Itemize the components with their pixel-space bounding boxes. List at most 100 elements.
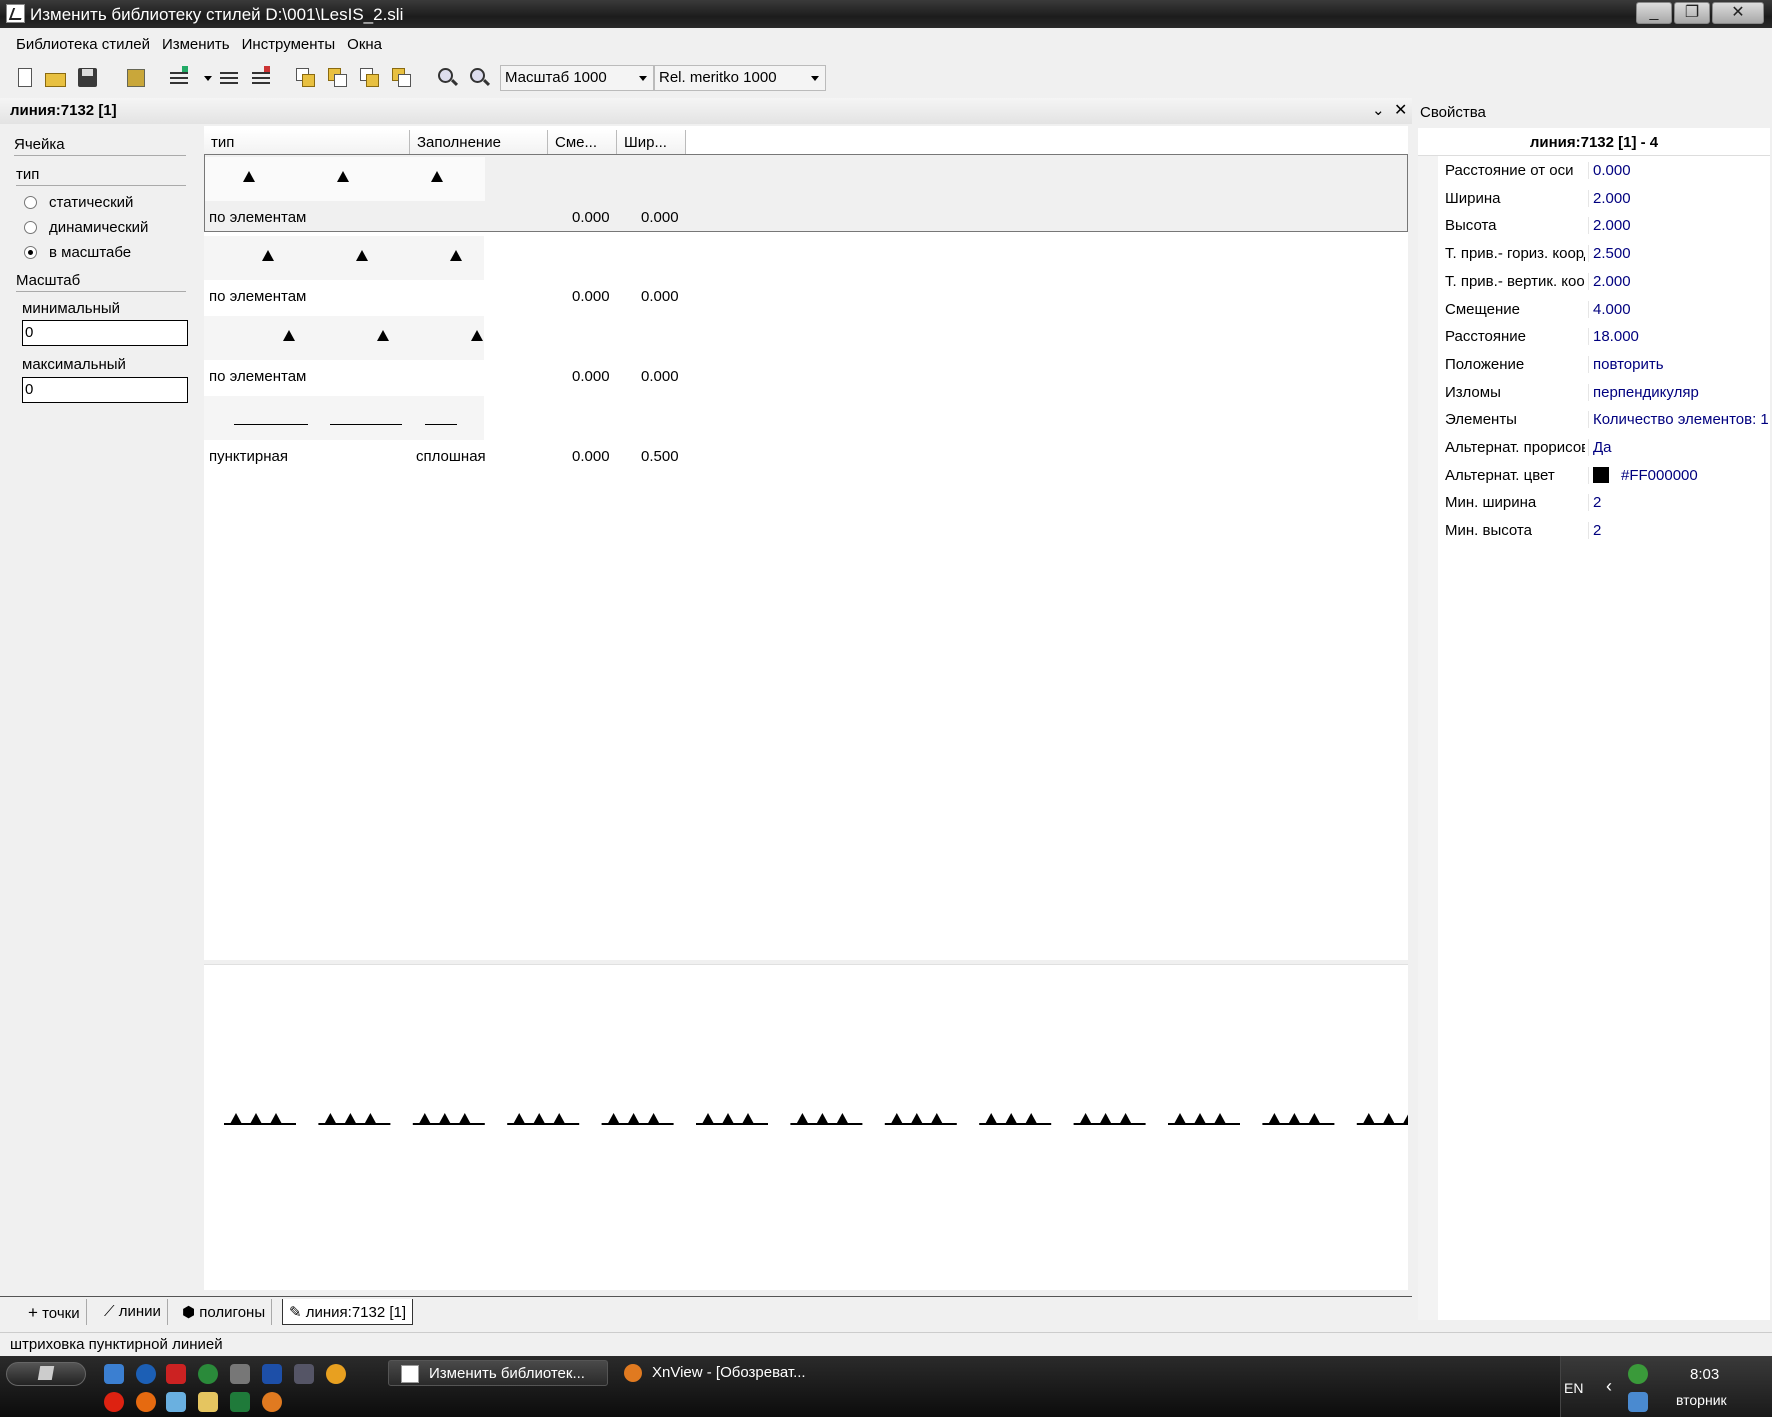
pencil-icon: ✎: [289, 1304, 302, 1321]
grid-header: тип Заполнение Сме... Шир...: [204, 130, 1408, 154]
chrome-icon[interactable]: [326, 1364, 346, 1384]
word-icon[interactable]: [262, 1364, 282, 1384]
tray-expand-icon[interactable]: ‹: [1606, 1376, 1612, 1397]
radio-in-scale[interactable]: в масштабе: [24, 244, 131, 261]
radio-dynamic[interactable]: динамический: [24, 219, 148, 236]
menu-tools[interactable]: Инструменты: [236, 33, 342, 56]
tab-lines[interactable]: ⟋ линии: [98, 1299, 168, 1325]
preview-triangle: [1402, 1113, 1415, 1124]
property-key: Альтернат. прорисовка: [1445, 439, 1585, 456]
tab-polygons[interactable]: ⬢ полигоны: [176, 1299, 273, 1325]
save-icon[interactable]: [76, 66, 100, 90]
property-row[interactable]: Альтернат. прорисовкаДа: [1438, 435, 1770, 463]
close-button[interactable]: ✕: [1712, 2, 1764, 24]
property-value[interactable]: 2.000: [1588, 272, 1768, 290]
open-folder-icon[interactable]: [44, 66, 68, 90]
collapse-icon[interactable]: ⌄: [1372, 101, 1385, 119]
property-row[interactable]: Расстояние от оси 0.000: [1438, 158, 1770, 186]
column-header-fill[interactable]: Заполнение: [410, 130, 548, 154]
bring-front-icon[interactable]: [294, 66, 318, 90]
property-value[interactable]: Количество элементов: 1: [1588, 411, 1768, 429]
network-app-icon[interactable]: [294, 1364, 314, 1384]
clock-time[interactable]: 8:03: [1690, 1366, 1719, 1383]
property-value[interactable]: 2.000: [1588, 217, 1768, 235]
tab-line-7132[interactable]: ✎ линия:7132 [1]: [282, 1299, 414, 1325]
usb-icon[interactable]: [230, 1364, 250, 1384]
minimize-button[interactable]: _: [1636, 2, 1672, 24]
excel-icon[interactable]: [230, 1392, 250, 1412]
grid-row[interactable]: по элементам 0.000 0.000: [204, 314, 1408, 392]
task-style-editor[interactable]: Изменить библиотек...: [388, 1360, 608, 1386]
preview-triangle: [1174, 1113, 1186, 1124]
grid-row[interactable]: по элементам 0.000 0.000: [204, 234, 1408, 312]
property-row[interactable]: Смещение 4.000: [1438, 297, 1770, 325]
tab-points[interactable]: + точки: [22, 1299, 87, 1325]
preview-triangle: [1288, 1113, 1301, 1124]
rel-meritko-select[interactable]: Rel. meritko 1000: [654, 65, 826, 91]
new-file-icon[interactable]: [14, 66, 38, 90]
opera-icon[interactable]: [104, 1392, 124, 1412]
zoom-in-icon[interactable]: [436, 66, 460, 90]
property-value[interactable]: повторить: [1588, 355, 1768, 373]
grid-row[interactable]: по элементам 0.000 0.000: [204, 154, 1408, 232]
xnview-icon[interactable]: [262, 1392, 282, 1412]
start-button[interactable]: [6, 1362, 86, 1386]
close-document-icon[interactable]: ✕: [1394, 100, 1407, 120]
preview-triangle: [418, 1113, 431, 1124]
list-style-icon[interactable]: [218, 66, 242, 90]
tray-app-icon[interactable]: [1628, 1364, 1648, 1384]
property-value[interactable]: 0.000: [1588, 162, 1768, 179]
preview-triangle: [836, 1113, 849, 1124]
column-header-width[interactable]: Шир...: [617, 130, 686, 154]
property-value[interactable]: 4.000: [1588, 300, 1768, 318]
property-row[interactable]: Мин. ширина 2: [1438, 490, 1770, 518]
property-row[interactable]: Расстояние 18.000: [1438, 324, 1770, 352]
library-icon[interactable]: [124, 66, 148, 90]
property-row[interactable]: Т. прив.- вертик. коорд2.000: [1438, 269, 1770, 297]
folder-icon[interactable]: [198, 1392, 218, 1412]
language-indicator[interactable]: EN: [1564, 1380, 1583, 1396]
column-header-type[interactable]: тип: [204, 130, 410, 154]
network-icon[interactable]: [1628, 1392, 1648, 1412]
ie-icon[interactable]: [104, 1364, 124, 1384]
send-back-icon[interactable]: [326, 66, 350, 90]
property-value[interactable]: Да: [1588, 439, 1768, 456]
document-icon[interactable]: [166, 1392, 186, 1412]
max-scale-input[interactable]: 0: [22, 377, 188, 403]
property-value[interactable]: 18.000: [1588, 328, 1768, 346]
property-row[interactable]: Ширина 2.000: [1438, 186, 1770, 214]
maximize-button[interactable]: ❐: [1674, 2, 1710, 24]
globe-icon[interactable]: [198, 1364, 218, 1384]
properties-panel: Свойства линия:7132 [1] - 4 Расстояние о…: [1414, 98, 1772, 1324]
property-value[interactable]: 2: [1588, 522, 1768, 540]
menu-style-library[interactable]: Библиотека стилей: [10, 33, 156, 56]
property-value[interactable]: перпендикуляр: [1588, 383, 1768, 401]
property-value[interactable]: 2.000: [1588, 189, 1768, 207]
property-row[interactable]: Мин. высота 2: [1438, 518, 1770, 546]
task-xnview[interactable]: XnView - [Обозреват...: [612, 1360, 826, 1386]
property-row[interactable]: Изломы перпендикуляр: [1438, 380, 1770, 408]
column-header-offset[interactable]: Сме...: [548, 130, 617, 154]
property-row[interactable]: Высота 2.000: [1438, 213, 1770, 241]
property-row[interactable]: Элементы Количество элементов: 1: [1438, 407, 1770, 435]
property-row[interactable]: Положение повторить: [1438, 352, 1770, 380]
move-up-icon[interactable]: [358, 66, 382, 90]
property-row[interactable]: Альтернат. цвет #FF000000: [1438, 463, 1770, 491]
delete-style-icon[interactable]: [250, 66, 274, 90]
min-scale-input[interactable]: 0: [22, 320, 188, 346]
scale-select[interactable]: Масштаб 1000: [500, 65, 654, 91]
property-row[interactable]: Т. прив.- гориз. коорд 2.500: [1438, 241, 1770, 269]
zoom-out-icon[interactable]: [468, 66, 492, 90]
save-app-icon[interactable]: [166, 1364, 186, 1384]
radio-static[interactable]: статический: [24, 194, 133, 211]
move-down-icon[interactable]: [390, 66, 414, 90]
menu-windows[interactable]: Окна: [341, 33, 388, 56]
add-style-icon[interactable]: [168, 66, 192, 90]
property-value[interactable]: 2: [1588, 494, 1768, 512]
menu-edit[interactable]: Изменить: [156, 33, 236, 56]
grid-row[interactable]: пунктирная сплошная 0.000 0.500: [204, 394, 1408, 472]
firefox-icon[interactable]: [136, 1392, 156, 1412]
property-value[interactable]: 2.500: [1588, 245, 1768, 263]
ie-browser-icon[interactable]: [136, 1364, 156, 1384]
property-value[interactable]: #FF000000: [1588, 466, 1768, 484]
